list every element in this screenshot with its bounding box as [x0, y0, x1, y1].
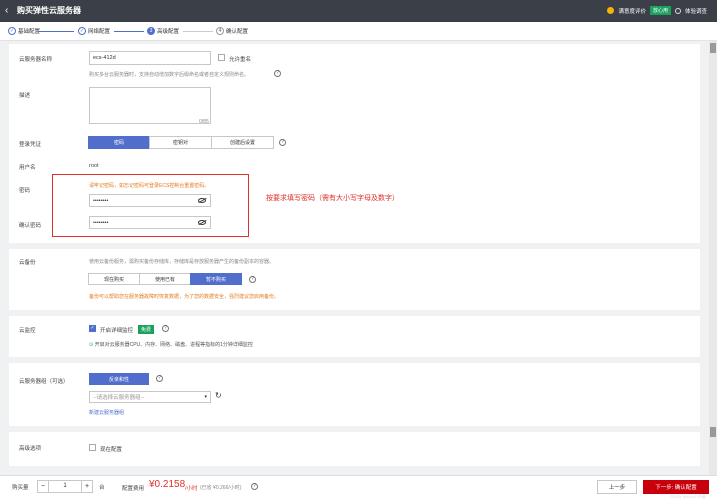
step-advanced[interactable]: 3 高级配置	[147, 27, 179, 35]
top-bar-actions: 满意度评价 放心用 体验调查	[607, 6, 707, 15]
password-label: 密码	[19, 188, 31, 194]
description-counter: 0/85	[199, 119, 209, 125]
backup-label: 云备份	[19, 260, 36, 266]
server-group-placeholder: --请选择云服务器组--	[93, 395, 145, 401]
step-basic[interactable]: ✓ 基础配置	[8, 27, 40, 35]
username-value: root	[89, 163, 99, 169]
backup-warning: 备份可以帮助您在服务器故障时恢复数据，为了您的数据安全，强烈建议您启用备份。	[89, 294, 280, 300]
top-bar: ‹ 购买弹性云服务器 满意度评价 放心用 体验调查	[0, 0, 717, 22]
step-progress: ✓ 基础配置 ✓ 网络配置 3 高级配置 4 确认配置	[0, 22, 717, 41]
server-group-label: 云服务器组（可选）	[19, 379, 69, 385]
help-icon[interactable]: ?	[274, 70, 281, 77]
smiley-icon	[607, 7, 615, 14]
quantity-unit: 台	[99, 485, 105, 491]
login-option-password[interactable]: 密码	[88, 136, 150, 149]
annotation-box	[52, 174, 249, 237]
watermark: CSDN @ivan小书童	[670, 494, 706, 499]
step-label: 确认配置	[226, 29, 249, 35]
quantity-label: 购买量	[12, 485, 29, 491]
help-icon[interactable]: ?	[156, 375, 163, 382]
advanced-checkbox[interactable]	[89, 444, 96, 451]
backup-option-none[interactable]: 暂不购买	[190, 273, 242, 285]
check-circle-icon: ⊙	[89, 342, 94, 348]
monitor-option-label: 开启详细监控	[100, 328, 134, 334]
price-value: ¥0.2158	[149, 479, 186, 490]
backup-hint: 使用云备份服务，需购买备份存储库，存储库是存放服务器产生的备份副本的容器。	[89, 259, 275, 265]
feedback-link[interactable]: 满意度评价	[618, 7, 646, 15]
backup-option-existing[interactable]: 使用已有	[139, 273, 191, 285]
monitor-checkbox[interactable]: ✓	[89, 325, 96, 332]
refresh-icon[interactable]: ↻	[215, 391, 222, 400]
back-arrow-icon[interactable]: ‹	[5, 5, 17, 17]
help-icon[interactable]: ?	[162, 325, 169, 332]
increment-button[interactable]: +	[81, 480, 93, 493]
login-credential-label: 登录凭证	[19, 142, 42, 148]
assurance-badge[interactable]: 放心用	[649, 6, 671, 15]
dropdown-caret-icon: ▾	[204, 394, 207, 400]
survey-link[interactable]: 体验调查	[685, 7, 707, 15]
price-unit: /小时	[185, 486, 198, 492]
backup-selector: 现在购买 使用已有 暂不购买	[88, 273, 242, 285]
help-icon[interactable]: ?	[279, 139, 286, 146]
prev-step-button[interactable]: 上一步	[597, 480, 637, 494]
free-badge: 免费	[138, 325, 155, 334]
monitor-label: 云监控	[19, 328, 36, 334]
anti-affinity-button[interactable]: 反亲和性	[89, 373, 149, 385]
help-icon[interactable]: ?	[249, 276, 256, 283]
step-connector	[38, 31, 74, 32]
allow-duplicate-checkbox[interactable]	[218, 54, 225, 61]
monitor-note: ⊙ 开启对云服务器CPU、内存、网络、磁盘、进程等指标的1分钟详细监控	[89, 341, 253, 348]
login-option-later[interactable]: 创建后设置	[211, 136, 274, 149]
monitor-note-text: 开启对云服务器CPU、内存、网络、磁盘、进程等指标的1分钟详细监控	[94, 342, 253, 348]
step-number: 3	[147, 27, 155, 35]
advanced-label: 高级选项	[19, 446, 42, 452]
step-confirm[interactable]: 4 确认配置	[216, 27, 248, 35]
bottom-bar: 购买量 − 1 + 台 配置费用 ¥0.2158 /小时 (已省 ¥0.266/…	[0, 475, 717, 500]
backup-option-buy[interactable]: 现在购买	[88, 273, 140, 285]
step-network[interactable]: ✓ 网络配置	[78, 27, 110, 35]
login-credential-selector: 密码 密钥对 创建后设置	[88, 136, 274, 149]
step-label: 网络配置	[88, 29, 111, 35]
advanced-option-label: 现在配置	[100, 447, 123, 453]
description-label: 描述	[19, 93, 31, 99]
new-server-group-link[interactable]: 新建云服务器组	[89, 409, 124, 416]
username-label: 用户名	[19, 165, 36, 171]
step-label: 高级配置	[157, 29, 180, 35]
confirm-password-label: 确认密码	[19, 223, 42, 229]
check-icon: ✓	[8, 27, 16, 35]
page-title: 购买弹性云服务器	[17, 6, 81, 15]
description-textarea[interactable]	[89, 87, 211, 124]
server-name-hint: 购买多台云服务器时，支持自动增加数字后缀命名或者自定义规则命名。	[89, 72, 250, 78]
check-icon: ✓	[78, 27, 86, 35]
server-name-input[interactable]: ecs-412d	[89, 51, 211, 65]
page-scrollbar[interactable]	[709, 41, 717, 475]
allow-duplicate-label: 允许重名	[229, 57, 252, 63]
fee-label: 配置费用	[122, 486, 145, 492]
quantity-input[interactable]: 1	[49, 480, 81, 493]
step-label: 基础配置	[18, 29, 41, 35]
server-group-select[interactable]: --请选择云服务器组-- ▾	[89, 391, 211, 403]
next-step-button[interactable]: 下一步: 确认配置	[643, 480, 709, 494]
lightbulb-icon	[674, 7, 681, 14]
price-note: (已省 ¥0.266/小时)	[200, 485, 242, 491]
annotation-text: 按要求填写密码（需有大小写字母及数字）	[266, 195, 399, 202]
step-connector	[114, 31, 144, 32]
step-number: 4	[216, 27, 224, 35]
help-icon[interactable]: ?	[251, 483, 258, 490]
server-name-label: 云服务器名称	[19, 57, 53, 63]
scroll-up-button[interactable]	[710, 43, 716, 53]
quantity-stepper: − 1 +	[37, 480, 93, 493]
scroll-thumb[interactable]	[710, 427, 716, 437]
monitor-card	[9, 316, 700, 357]
login-option-keypair[interactable]: 密钥对	[149, 136, 212, 149]
step-connector	[183, 31, 213, 32]
decrement-button[interactable]: −	[37, 480, 49, 493]
